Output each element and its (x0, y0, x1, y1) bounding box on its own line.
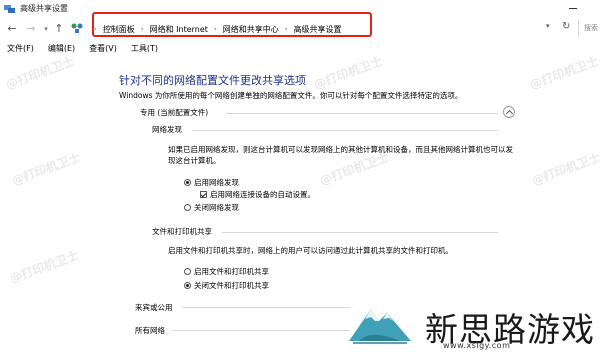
brand-url: www.xslgy.com (443, 341, 511, 350)
section-divider (226, 113, 498, 114)
mountain-logo-icon (349, 309, 411, 344)
profile-private-label: 专用 (当前配置文件) (140, 108, 209, 117)
page-description: Windows 为你所使用的每个网络创建单独的网络配置文件。你可以针对每个配置文… (119, 91, 463, 100)
collapse-chevron-icon[interactable] (503, 106, 515, 118)
brand-overlay: 新思路游戏 www.xslgy.com (345, 297, 600, 355)
menu-tools[interactable]: 工具(T) (131, 43, 158, 54)
network-discovery-on-option[interactable]: 启用网络发现 (184, 177, 239, 188)
file-sharing-description: 启用文件和打印机共享时，网络上的用户可以访问通过此计算机共享的文件和打印机。 (168, 246, 453, 255)
network-location-icon (71, 23, 83, 33)
auto-setup-label: 启用网络连接设备的自动设置。 (210, 190, 315, 199)
back-button[interactable]: ← (6, 22, 18, 35)
subsection-divider (222, 232, 498, 233)
network-sharing-icon (4, 4, 15, 13)
address-dropdown-icon[interactable]: ▾ (546, 22, 550, 30)
radio-button[interactable] (184, 204, 191, 211)
profile-guest-label: 来宾或公用 (135, 303, 173, 312)
forward-button[interactable]: → (25, 22, 37, 35)
menu-file[interactable]: 文件(F) (7, 43, 34, 54)
radio-button[interactable] (184, 179, 191, 186)
checkbox[interactable] (200, 191, 207, 198)
section-divider (182, 307, 350, 308)
window-title: 高级共享设置 (20, 4, 68, 13)
refresh-icon[interactable]: ↻ (562, 21, 570, 32)
page-title: 针对不同的网络配置文件更改共享选项 (119, 74, 306, 87)
profile-all-label: 所有网络 (135, 326, 165, 335)
minimize-button[interactable] (566, 2, 580, 14)
radio-button[interactable] (184, 268, 191, 275)
subsection-divider (192, 130, 498, 131)
profile-all-header[interactable]: 所有网络 (135, 325, 165, 336)
file-sharing-off-label: 关闭文件和打印机共享 (194, 281, 269, 290)
network-discovery-on-label: 启用网络发现 (194, 178, 239, 187)
search-input[interactable]: 搜索 (578, 20, 600, 37)
menu-view[interactable]: 查看(V) (89, 43, 117, 54)
file-sharing-title: 文件和打印机共享 (152, 227, 212, 236)
section-divider (172, 330, 350, 331)
radio-button[interactable] (184, 282, 191, 289)
network-discovery-title: 网络发现 (152, 125, 182, 134)
file-sharing-on-option[interactable]: 启用文件和打印机共享 (184, 266, 269, 277)
network-discovery-off-option[interactable]: 关闭网络发现 (184, 202, 239, 213)
file-sharing-off-option[interactable]: 关闭文件和打印机共享 (184, 280, 269, 291)
menu-bar: 文件(F) 编辑(E) 查看(V) 工具(T) (0, 41, 600, 55)
profile-private-header[interactable]: 专用 (当前配置文件) (140, 107, 208, 118)
network-discovery-off-label: 关闭网络发现 (194, 203, 239, 212)
up-button[interactable]: ↑ (53, 22, 65, 35)
file-sharing-on-label: 启用文件和打印机共享 (194, 267, 269, 276)
auto-setup-option[interactable]: 启用网络连接设备的自动设置。 (200, 189, 315, 200)
recent-locations-icon[interactable]: ▾ (42, 23, 50, 36)
address-highlight-box (92, 12, 372, 37)
profile-guest-header[interactable]: 来宾或公用 (135, 302, 173, 313)
